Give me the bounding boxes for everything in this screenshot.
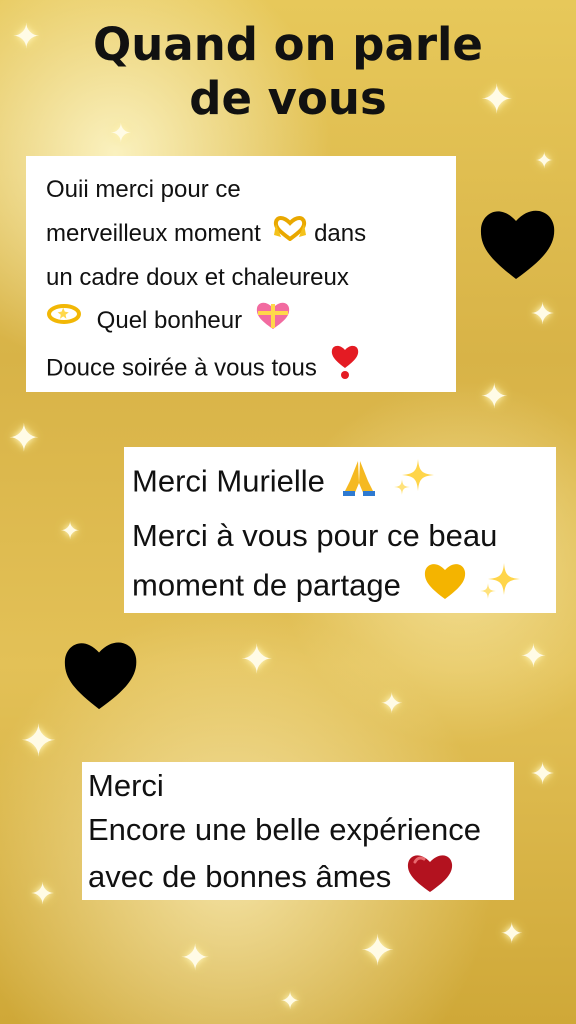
message-bubble-3: Merci Encore une belle expérience avec d… (82, 762, 514, 900)
message-bubble-2: Merci Murielle Merci à vous pour ce beau… (124, 447, 556, 613)
black-heart-icon (62, 636, 140, 717)
sparkle-icon: ✦ (500, 918, 524, 949)
sparkle-icon: ✦ (280, 988, 301, 1015)
message-line: moment de partage (132, 559, 548, 616)
sparkle-icon: ✦ (380, 688, 404, 719)
message-line: Merci Murielle (132, 455, 548, 512)
message-line: Douce soirée à vous tous (46, 344, 442, 395)
sparkle-icon: ✦ (60, 518, 81, 545)
sparkle-icon: ✦ (30, 878, 56, 911)
sparkle-icon: ✦ (535, 148, 554, 173)
sparkle-icon: ✦ (240, 638, 274, 682)
sparkle-icon: ✦ (530, 758, 556, 791)
message-line: Ouii merci pour ce (46, 176, 241, 203)
sparkle-icon: ✦ (360, 927, 396, 974)
sparkle-icon: ✦ (180, 937, 211, 978)
sparkles-icon (478, 559, 522, 616)
heart-hands-icon (273, 212, 307, 256)
sparkles-icon (392, 455, 436, 512)
sparkle-icon: ✦ (520, 638, 547, 674)
sparkle-icon: ✦ (530, 298, 556, 331)
page-title: Quand on parle de vous (0, 18, 576, 126)
message-line: Merci (88, 768, 164, 803)
folded-hands-icon (340, 457, 378, 510)
message-line: Merci à vous pour ce beau (132, 518, 498, 553)
black-heart-icon (478, 205, 558, 286)
sparkle-icon: ✦ (8, 418, 40, 460)
message-text: merveilleux moment (46, 219, 261, 247)
yellow-heart-icon (423, 561, 467, 614)
sparkle-icon: ✦ (480, 378, 509, 416)
heavy-heart-exclamation-icon (330, 344, 360, 395)
halo-icon (46, 300, 82, 345)
sparkle-icon: ✦ (20, 717, 57, 766)
message-bubble-1: Ouii merci pour ce merveilleux moment da… (26, 156, 456, 392)
title-line-1: Quand on parle (93, 18, 483, 71)
message-line: Encore une belle expérience (88, 812, 481, 847)
red-heart-icon (406, 852, 454, 906)
message-text: moment de partage (132, 567, 401, 603)
message-line: merveilleux moment dans (46, 212, 442, 256)
message-text: Merci Murielle (132, 463, 325, 499)
message-text: avec de bonnes âmes (88, 859, 392, 895)
message-line: un cadre doux et chaleureux (46, 263, 349, 291)
message-text: Quel bonheur (96, 307, 243, 335)
title-line-2: de vous (189, 72, 387, 125)
message-text: Douce soirée à vous tous (46, 354, 317, 382)
message-text: dans (314, 219, 367, 247)
message-line: Quel bonheur (46, 299, 442, 344)
gift-heart-icon (255, 300, 291, 345)
message-line: avec de bonnes âmes (88, 852, 508, 906)
